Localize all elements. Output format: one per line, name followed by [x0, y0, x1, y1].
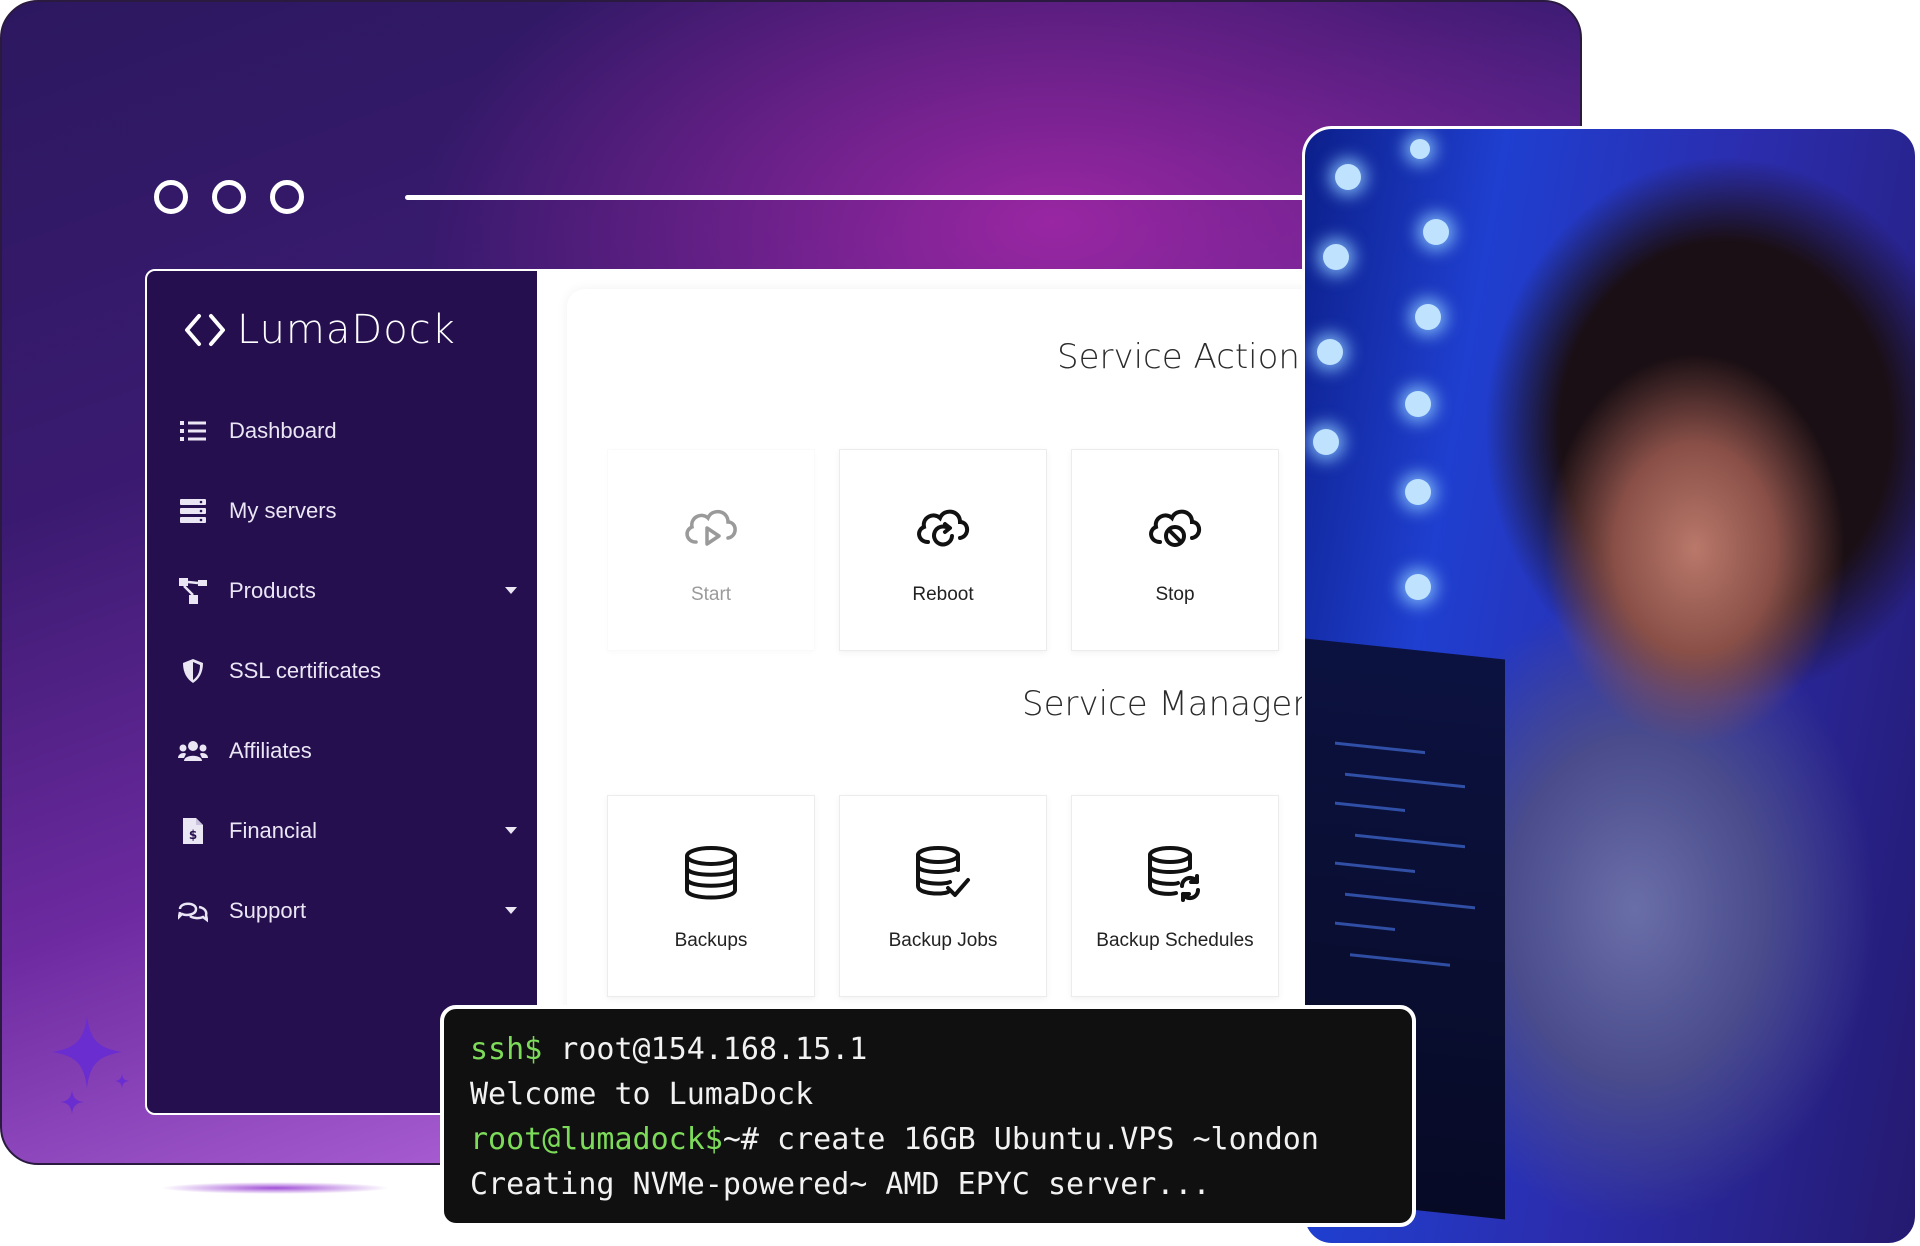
caret-down-icon[interactable] [505, 587, 517, 594]
backup-schedules-label: Backup Schedules [1096, 930, 1254, 951]
sidebar: LumaDock Dashboard My servers Products S… [147, 271, 537, 1113]
glow-decoration [160, 1182, 390, 1194]
terminal-prompt: root@lumadock$ [470, 1122, 723, 1157]
caret-down-icon[interactable] [505, 827, 517, 834]
sidebar-item-products[interactable]: Products [177, 551, 517, 631]
database-icon [685, 846, 737, 900]
chat-icon [177, 895, 209, 927]
bokeh-light [1415, 304, 1441, 330]
users-icon [177, 735, 209, 767]
service-panel: Service Actions Start Reboot Stop Servic… [567, 289, 1345, 1113]
terminal-prompt: ssh$ [470, 1032, 543, 1067]
code-brackets-icon [185, 314, 225, 346]
reboot-button[interactable]: Reboot [839, 449, 1047, 651]
sparkle-icon [52, 1016, 129, 1114]
sidebar-item-affiliates[interactable]: Affiliates [177, 711, 517, 791]
list-icon [177, 415, 209, 447]
shield-icon [177, 655, 209, 687]
sidebar-item-label: SSL certificates [229, 658, 382, 683]
products-icon [177, 575, 209, 607]
bokeh-light [1410, 139, 1430, 159]
bokeh-light [1405, 391, 1431, 417]
sidebar-item-financial[interactable]: $ Financial [177, 791, 517, 871]
brand-name: LumaDock [237, 307, 456, 353]
backup-schedules-button[interactable]: Backup Schedules [1071, 795, 1279, 997]
sidebar-item-support[interactable]: Support [177, 871, 517, 951]
cloud-play-icon [685, 509, 737, 546]
stop-button[interactable]: Stop [1071, 449, 1279, 651]
bokeh-light [1313, 429, 1339, 455]
bokeh-light [1335, 164, 1361, 190]
cloud-stop-icon [1149, 509, 1202, 547]
start-button[interactable]: Start [607, 449, 815, 651]
bokeh-light [1317, 339, 1343, 365]
window-dot-3[interactable] [270, 180, 304, 214]
sidebar-item-label: Products [229, 578, 316, 603]
sidebar-nav: Dashboard My servers Products SSL certif… [177, 391, 517, 951]
window-dot-1[interactable] [154, 180, 188, 214]
app-frame: LumaDock Dashboard My servers Products S… [145, 269, 1345, 1115]
stop-label: Stop [1155, 584, 1195, 605]
terminal-command: root@154.168.15.1 [542, 1032, 868, 1067]
database-sync-icon [1148, 846, 1201, 902]
backup-jobs-button[interactable]: Backup Jobs [839, 795, 1047, 997]
terminal-line: root@lumadock$~# create 16GB Ubuntu.VPS … [470, 1117, 1386, 1162]
sidebar-item-label: Support [229, 898, 307, 923]
terminal-output: Creating NVMe-powered~ AMD EPYC server..… [470, 1167, 1211, 1202]
bokeh-light [1405, 574, 1431, 600]
terminal-command: ~# create 16GB Ubuntu.VPS ~london [722, 1122, 1319, 1157]
bokeh-light [1405, 479, 1431, 505]
servers-icon [177, 495, 209, 527]
terminal-line: ssh$ root@154.168.15.1 [470, 1027, 1386, 1072]
invoice-icon: $ [177, 815, 209, 847]
address-bar[interactable] [405, 195, 1405, 200]
bokeh-light [1423, 219, 1449, 245]
start-label: Start [690, 584, 732, 605]
cloud-reboot-icon [917, 509, 970, 547]
backups-button[interactable]: Backups [607, 795, 815, 997]
sidebar-item-ssl-certificates[interactable]: SSL certificates [177, 631, 517, 711]
sidebar-item-label: Financial [229, 818, 318, 843]
terminal-window: ssh$ root@154.168.15.1 Welcome to LumaDo… [440, 1005, 1416, 1227]
caret-down-icon[interactable] [505, 907, 517, 914]
service-management-title: Service Manageme [1022, 684, 1345, 724]
sidebar-item-label: My servers [229, 498, 337, 523]
sidebar-item-label: Affiliates [229, 738, 312, 763]
bokeh-light [1323, 244, 1349, 270]
sidebar-item-dashboard[interactable]: Dashboard [177, 391, 517, 471]
terminal-output: Welcome to LumaDock [470, 1077, 814, 1112]
sidebar-item-my-servers[interactable]: My servers [177, 471, 517, 551]
reboot-label: Reboot [912, 584, 974, 605]
window-controls [154, 180, 304, 214]
service-actions-title: Service Actions [1057, 337, 1318, 377]
brand-logo[interactable]: LumaDock [183, 307, 456, 353]
database-check-icon [916, 846, 970, 897]
backup-jobs-label: Backup Jobs [888, 930, 998, 951]
backups-label: Backups [674, 930, 748, 951]
window-dot-2[interactable] [212, 180, 246, 214]
svg-text:$: $ [189, 828, 197, 842]
sidebar-item-label: Dashboard [229, 418, 337, 443]
